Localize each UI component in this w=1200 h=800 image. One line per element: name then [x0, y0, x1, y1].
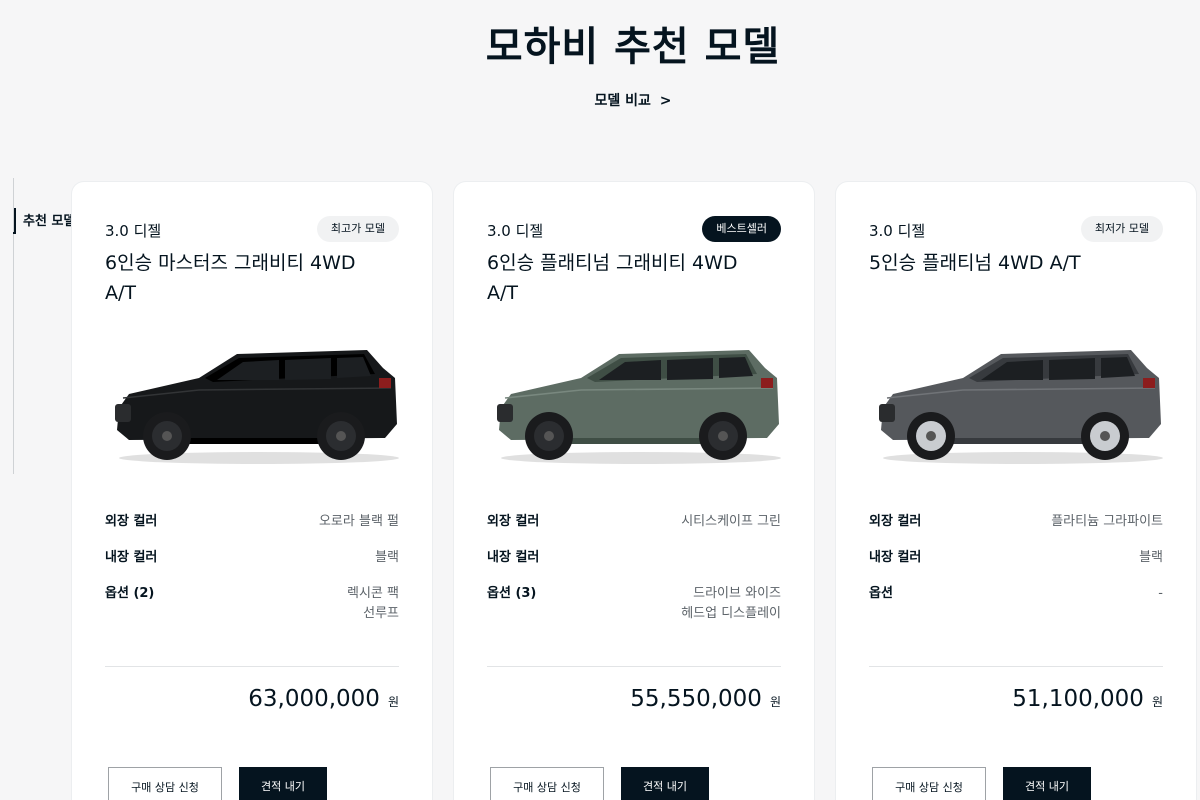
page-title: 모하비 추천 모델: [485, 24, 781, 70]
spec-value: -: [1158, 584, 1163, 604]
spec-row-options: 옵션 (3) 드라이브 와이즈 헤드업 디스플레이: [487, 582, 781, 621]
option-item: 드라이브 와이즈: [693, 586, 781, 601]
spec-label: 외장 컬러: [105, 514, 158, 529]
chevron-right-icon: >: [659, 93, 672, 109]
spec-row-exterior: 외장 컬러 시티스케이프 그린: [487, 510, 781, 546]
model-badge: 베스트셀러: [702, 216, 781, 242]
quote-button[interactable]: 견적 내기: [1003, 767, 1091, 800]
side-nav-tick: [13, 328, 14, 352]
spec-row-exterior: 외장 컬러 플라티늄 그라파이트: [869, 510, 1163, 546]
spec-label: 내장 컬러: [869, 550, 922, 565]
spec-label: 내장 컬러: [487, 550, 540, 565]
spec-value: 렉시콘 팩 선루프: [347, 584, 399, 624]
model-card-3: 3.0 디젤 최저가 모델 5인승 플래티넘 4WD A/T 외장 컬러 플라티…: [836, 182, 1196, 800]
engine-label: 3.0 디젤: [105, 222, 162, 240]
spec-row-options: 옵션 (2) 렉시콘 팩 선루프: [105, 582, 399, 621]
engine-label: 3.0 디젤: [869, 222, 926, 240]
model-name: 6인승 플래티넘 그래비티 4WD A/T: [487, 252, 738, 304]
spec-label: 외장 컬러: [869, 514, 922, 529]
spec-label: 옵션 (2): [105, 586, 155, 601]
spec-label: 옵션 (3): [487, 586, 537, 601]
compare-models-label: 모델 비교: [594, 93, 651, 109]
spec-list: 외장 컬러 시티스케이프 그린 내장 컬러 옵션 (3) 드라이브 와이즈 헤드…: [487, 510, 781, 621]
model-badge: 최고가 모델: [316, 216, 399, 242]
car-image: [109, 338, 405, 468]
spec-value: 시티스케이프 그린: [681, 514, 781, 529]
side-nav-tick: [13, 268, 14, 292]
page: 모하비 추천 모델 모델 비교 > 추천 모델 3.0 디젤 최고가 모델 6인…: [0, 0, 1200, 800]
price-value: 55,550,000: [630, 686, 762, 712]
divider: [105, 666, 399, 667]
spec-label: 외장 컬러: [487, 514, 540, 529]
spec-list: 외장 컬러 오로라 블랙 펄 내장 컬러 블랙 옵션 (2) 렉시콘 팩 선루프: [105, 510, 399, 621]
option-item: -: [1158, 586, 1163, 601]
side-nav-item-recommended[interactable]: 추천 모델: [23, 210, 75, 229]
side-nav-tick: [13, 238, 14, 262]
engine-label: 3.0 디젤: [487, 222, 544, 240]
spec-label: 내장 컬러: [105, 550, 158, 565]
car-image: [873, 338, 1169, 468]
quote-button[interactable]: 견적 내기: [239, 767, 327, 800]
consult-button[interactable]: 구매 상담 신청: [490, 767, 604, 800]
price-value: 51,100,000: [1012, 686, 1144, 712]
price-currency: 원: [769, 695, 781, 709]
price: 63,000,000 원: [248, 686, 399, 712]
price-currency: 원: [387, 695, 399, 709]
price: 51,100,000 원: [1012, 686, 1163, 712]
quote-button[interactable]: 견적 내기: [621, 767, 709, 800]
consult-button[interactable]: 구매 상담 신청: [872, 767, 986, 800]
spec-row-interior: 내장 컬러: [487, 546, 781, 582]
spec-row-exterior: 외장 컬러 오로라 블랙 펄: [105, 510, 399, 546]
price-value: 63,000,000: [248, 686, 380, 712]
compare-models-link[interactable]: 모델 비교 >: [0, 90, 1200, 110]
model-name: 5인승 플래티넘 4WD A/T: [869, 252, 1081, 274]
spec-value: 오로라 블랙 펄: [318, 514, 399, 529]
price-currency: 원: [1151, 695, 1163, 709]
spec-list: 외장 컬러 플라티늄 그라파이트 내장 컬러 블랙 옵션 -: [869, 510, 1163, 618]
spec-row-options: 옵션 -: [869, 582, 1163, 618]
price: 55,550,000 원: [630, 686, 781, 712]
side-nav-tick: [13, 418, 14, 442]
option-item: 헤드업 디스플레이: [681, 606, 781, 621]
side-nav-tick: [13, 358, 14, 382]
spec-row-interior: 내장 컬러 블랙: [105, 546, 399, 582]
spec-row-interior: 내장 컬러 블랙: [869, 546, 1163, 582]
model-name: 6인승 마스터즈 그래비티 4WD A/T: [105, 252, 356, 304]
option-item: 선루프: [363, 606, 399, 621]
spec-label: 옵션: [869, 586, 893, 601]
spec-value: 블랙: [375, 550, 399, 565]
side-nav-tick: [13, 448, 14, 472]
divider: [487, 666, 781, 667]
consult-button[interactable]: 구매 상담 신청: [108, 767, 222, 800]
side-nav: 추천 모델: [13, 178, 75, 478]
model-card-1: 3.0 디젤 최고가 모델 6인승 마스터즈 그래비티 4WD A/T 외장 컬…: [72, 182, 432, 800]
car-image: [491, 338, 787, 468]
side-nav-tick: [13, 388, 14, 412]
side-nav-tick: [13, 208, 14, 232]
side-nav-tick: [13, 298, 14, 322]
model-card-2: 3.0 디젤 베스트셀러 6인승 플래티넘 그래비티 4WD A/T 외장 컬러…: [454, 182, 814, 800]
spec-value: 플라티늄 그라파이트: [1051, 514, 1163, 529]
option-item: 렉시콘 팩: [347, 586, 399, 601]
side-nav-tick: [13, 178, 14, 202]
model-badge: 최저가 모델: [1080, 216, 1163, 242]
divider: [869, 666, 1163, 667]
spec-value: 드라이브 와이즈 헤드업 디스플레이: [681, 584, 781, 624]
spec-value: 블랙: [1139, 550, 1163, 565]
